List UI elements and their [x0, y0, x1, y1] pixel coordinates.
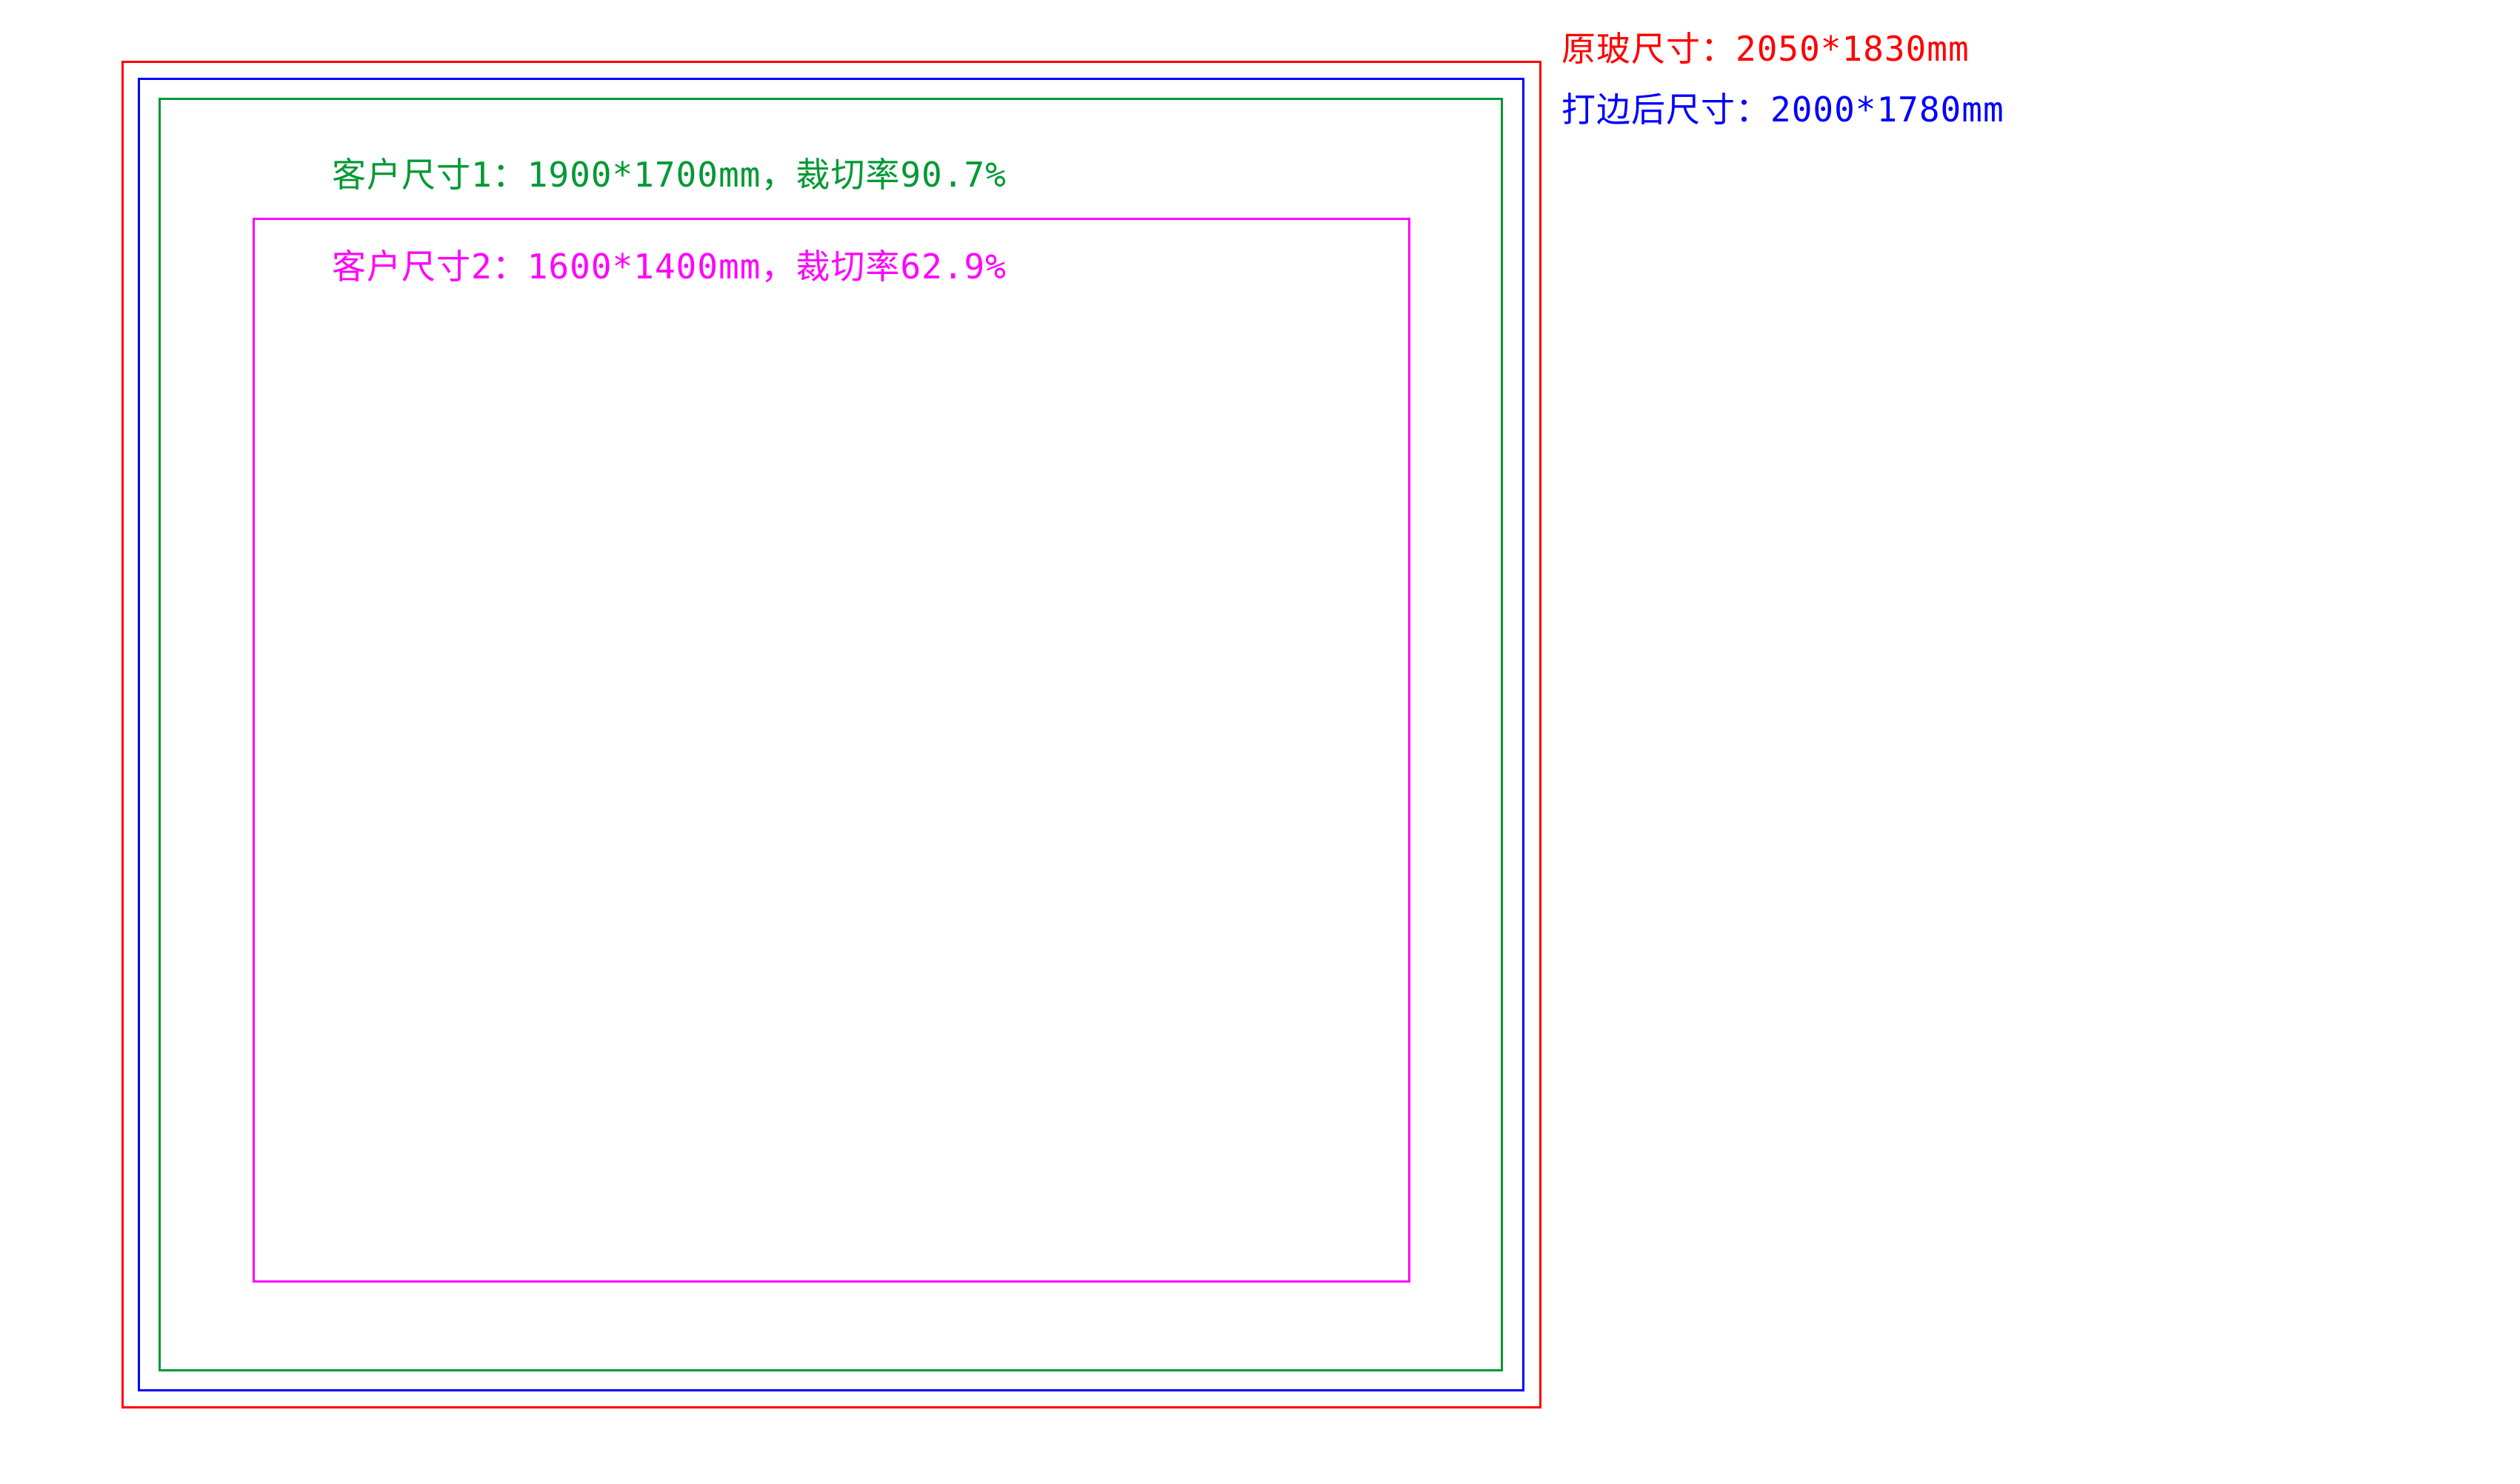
customer2-label: 客户尺寸2：1600*1400mm，裁切率62.9%: [332, 240, 1007, 289]
raw-glass-label: 原玻尺寸：2050*1830mm: [1561, 22, 1970, 71]
customer2-rect: [253, 218, 1410, 1283]
customer1-label: 客户尺寸1：1900*1700mm，裁切率90.7%: [332, 148, 1007, 197]
edged-glass-label: 打边后尺寸：2000*1780mm: [1561, 83, 2004, 132]
